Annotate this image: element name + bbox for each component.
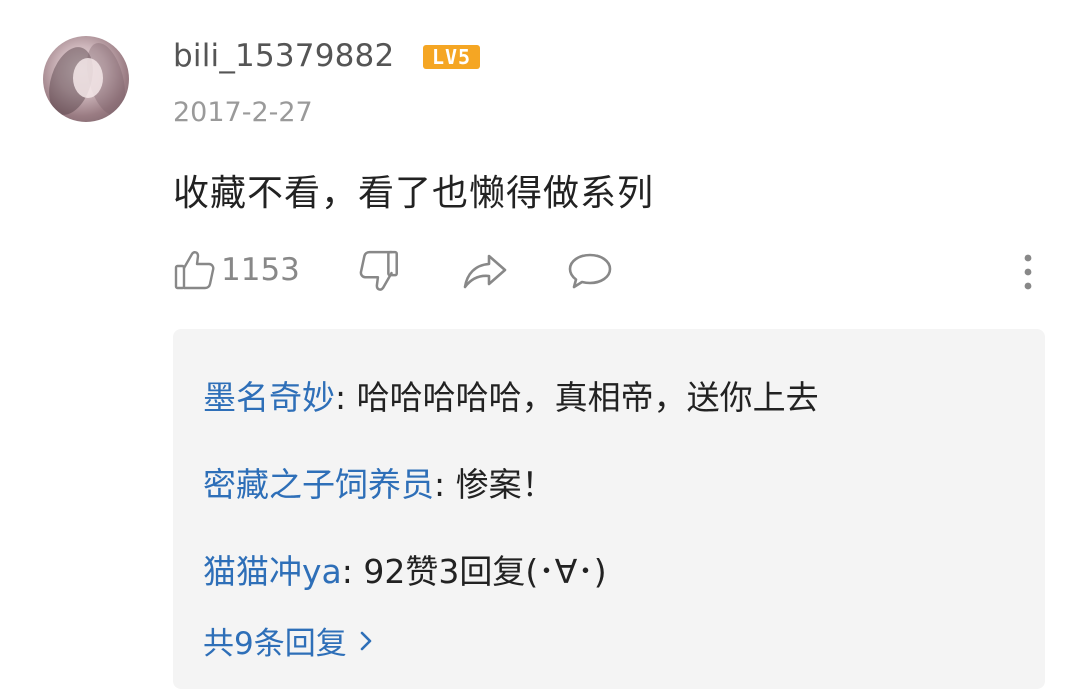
reply-author[interactable]: 密藏之子饲养员 [203, 465, 434, 504]
like-count: 1153 [221, 252, 300, 288]
like-button[interactable]: 1153 [173, 248, 300, 292]
reply-item[interactable]: 密藏之子饲养员: 惨案！ [203, 458, 555, 506]
share-button[interactable] [461, 250, 509, 292]
thumbs-down-icon [359, 250, 398, 291]
dislike-button[interactable] [357, 248, 403, 294]
share-icon [463, 254, 507, 289]
view-all-label: 共9条回复 [203, 626, 347, 662]
reply-separator: : [335, 378, 357, 417]
reply-item[interactable]: 墨名奇妙: 哈哈哈哈哈，真相帝，送你上去 [203, 371, 819, 419]
more-options-button[interactable] [1018, 253, 1038, 293]
comment-bubble-icon [568, 253, 612, 289]
comment-date: 2017-2-27 [173, 97, 313, 128]
reply-separator: : [434, 465, 456, 504]
reply-text: 92赞3回复(･∀･) [363, 552, 607, 591]
thumbs-up-icon [174, 251, 215, 290]
reply-item[interactable]: 猫猫冲ya: 92赞3回复(･∀･) [203, 545, 607, 593]
reply-author[interactable]: 猫猫冲ya [203, 552, 342, 591]
avatar-face [73, 58, 103, 98]
reply-author[interactable]: 墨名奇妙 [203, 378, 335, 417]
reply-separator: : [341, 552, 364, 591]
chevron-right-icon [360, 631, 372, 650]
level-badge: LV5 [423, 45, 480, 69]
comment-text: 收藏不看，看了也懒得做系列 [173, 173, 655, 214]
more-vertical-icon [1024, 254, 1032, 290]
reply-button[interactable] [566, 250, 614, 292]
username[interactable]: bili_15379882 [173, 38, 394, 74]
reply-text: 惨案！ [455, 465, 555, 504]
avatar[interactable] [43, 36, 129, 122]
view-all-replies-link[interactable]: 共9条回复 [203, 618, 373, 663]
reply-text: 哈哈哈哈哈，真相帝，送你上去 [356, 378, 819, 417]
